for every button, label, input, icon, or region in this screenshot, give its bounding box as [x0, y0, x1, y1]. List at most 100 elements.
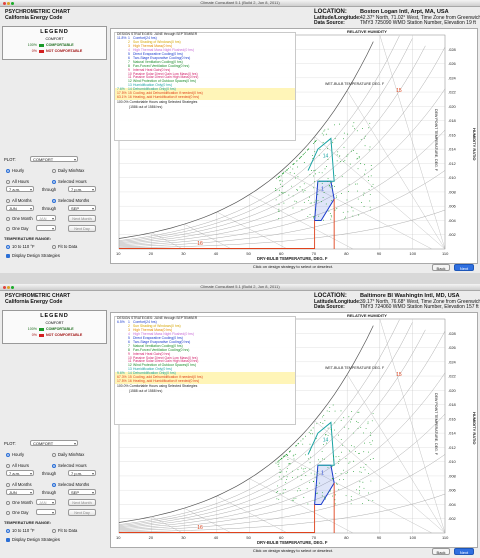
data-point [322, 197, 324, 199]
zoom-icon[interactable] [11, 2, 14, 5]
data-point [279, 180, 280, 182]
data-point [328, 491, 330, 493]
data-point [291, 499, 293, 501]
one-month-select[interactable]: JAN [36, 215, 56, 222]
display-strategies-checkbox[interactable]: Display Design Strategies [6, 537, 60, 542]
data-point [313, 175, 314, 177]
data-point [300, 156, 302, 158]
one-month-radio[interactable]: One Month [6, 500, 33, 505]
psychrometric-chart[interactable]: .002 .004 .006 .008 .010 .012 .014 .016 .018 .020… [110, 28, 478, 264]
next-button[interactable]: Next [454, 548, 474, 555]
next-day-button[interactable]: Next Day [68, 225, 96, 232]
fit-to-data-radio[interactable]: Fit to Data [52, 244, 77, 249]
data-point [318, 215, 320, 217]
data-point [295, 201, 297, 203]
one-day-radio[interactable]: One Day [6, 510, 29, 515]
data-point [364, 135, 366, 137]
range-10-110-radio[interactable]: 10 to 110 °F [6, 244, 35, 249]
data-point [323, 192, 325, 193]
hours-from-select[interactable]: 7 a.m. [6, 470, 34, 477]
data-point [304, 467, 306, 469]
daily-minmax-radio[interactable]: Daily Min/Max [52, 452, 84, 457]
next-month-button[interactable]: Next Month [68, 215, 96, 222]
all-months-radio[interactable]: All Months [6, 198, 32, 203]
psychrometric-chart[interactable]: .002 .004 .006 .008 .010 .012 .014 .016 .018 .020… [110, 312, 478, 548]
selected-hours-radio[interactable]: Selected Hours [52, 463, 87, 468]
daily-minmax-radio[interactable]: Daily Min/Max [52, 168, 84, 173]
one-month-radio[interactable]: One Month [6, 216, 33, 221]
window-controls [3, 1, 15, 7]
plot-select[interactable]: COMFORT [30, 440, 78, 447]
data-point [315, 209, 317, 211]
data-point [307, 503, 309, 505]
selected-hours-radio[interactable]: Selected Hours [52, 179, 87, 184]
x-tick-label: 30 [181, 535, 186, 540]
wet-bulb-line [347, 90, 446, 250]
data-point [307, 458, 309, 460]
data-point [356, 183, 358, 185]
zoom-icon[interactable] [11, 286, 14, 289]
data-point [331, 200, 332, 202]
fit-to-data-label: Fit to Data [58, 528, 78, 533]
minimize-icon[interactable] [7, 2, 10, 5]
close-icon[interactable] [3, 286, 6, 289]
month-to-select[interactable]: SEP [68, 489, 96, 496]
one-day-radio[interactable]: One Day [6, 226, 29, 231]
legend-not-comfortable: 0% NOT COMFORTABLE [23, 333, 82, 337]
data-point [288, 451, 290, 453]
selected-months-radio[interactable]: Selected Months [52, 482, 89, 487]
back-button[interactable]: Back [432, 264, 450, 271]
wet-bulb-line [347, 374, 446, 534]
selected-months-radio[interactable]: Selected Months [52, 198, 89, 203]
next-button[interactable]: Next [454, 264, 474, 271]
title-bar: Climate Consultant 5.1 (Build 2, Jun 8, … [0, 284, 480, 291]
data-point [369, 459, 371, 460]
data-point [330, 181, 332, 183]
data-point [314, 141, 316, 143]
data-point [347, 471, 348, 473]
data-point [332, 495, 334, 497]
one-day-select[interactable] [36, 225, 56, 232]
one-day-select[interactable] [36, 509, 56, 516]
range-10-110-radio[interactable]: 10 to 110 °F [6, 528, 35, 533]
next-day-button[interactable]: Next Day [68, 509, 96, 516]
temperature-range-label: TEMPERATURE RANGE: [4, 520, 52, 525]
data-point [300, 156, 301, 158]
minimize-icon[interactable] [7, 286, 10, 289]
hourly-radio[interactable]: Hourly [6, 168, 24, 173]
hours-to-select[interactable]: 7 p.m. [68, 470, 96, 477]
one-month-select[interactable]: JAN [36, 499, 56, 506]
data-point [297, 476, 299, 478]
month-from-select[interactable]: JUN [6, 489, 34, 496]
rh-axis-label: RELATIVE HUMIDITY [347, 29, 387, 34]
data-point [309, 481, 311, 483]
fit-to-data-radio[interactable]: Fit to Data [52, 528, 77, 533]
next-month-button[interactable]: Next Month [68, 499, 96, 506]
data-point [330, 428, 332, 430]
display-strategies-checkbox[interactable]: Display Design Strategies [6, 253, 60, 258]
data-point [332, 404, 334, 406]
hours-from-select[interactable]: 7 a.m. [6, 186, 34, 193]
selected-months-label: Selected Months [58, 198, 90, 203]
page-title: PSYCHROMETRIC CHART California Energy Cod… [5, 293, 70, 305]
plot-select[interactable]: COMFORT [30, 156, 78, 163]
design-strategies-panel: DESIGN STRATEGIES: JUNE through SEPTEMBE… [114, 316, 296, 425]
all-months-radio[interactable]: All Months [6, 482, 32, 487]
data-point [322, 219, 324, 221]
all-hours-radio[interactable]: All Hours [6, 179, 29, 184]
radio-icon [52, 452, 56, 457]
data-point [365, 428, 367, 429]
data-point [369, 442, 371, 444]
data-point [344, 218, 346, 220]
hourly-radio[interactable]: Hourly [6, 452, 24, 457]
data-point [288, 194, 290, 196]
month-to-select[interactable]: SEP [68, 205, 96, 212]
close-icon[interactable] [3, 2, 6, 5]
x-tick-label: 80 [344, 251, 349, 256]
month-from-select[interactable]: JUN [6, 205, 34, 212]
all-hours-radio[interactable]: All Hours [6, 463, 29, 468]
data-point [369, 194, 371, 195]
back-button[interactable]: Back [432, 548, 450, 555]
hours-to-select[interactable]: 7 p.m. [68, 186, 96, 193]
x-tick-label: 100 [409, 535, 416, 540]
